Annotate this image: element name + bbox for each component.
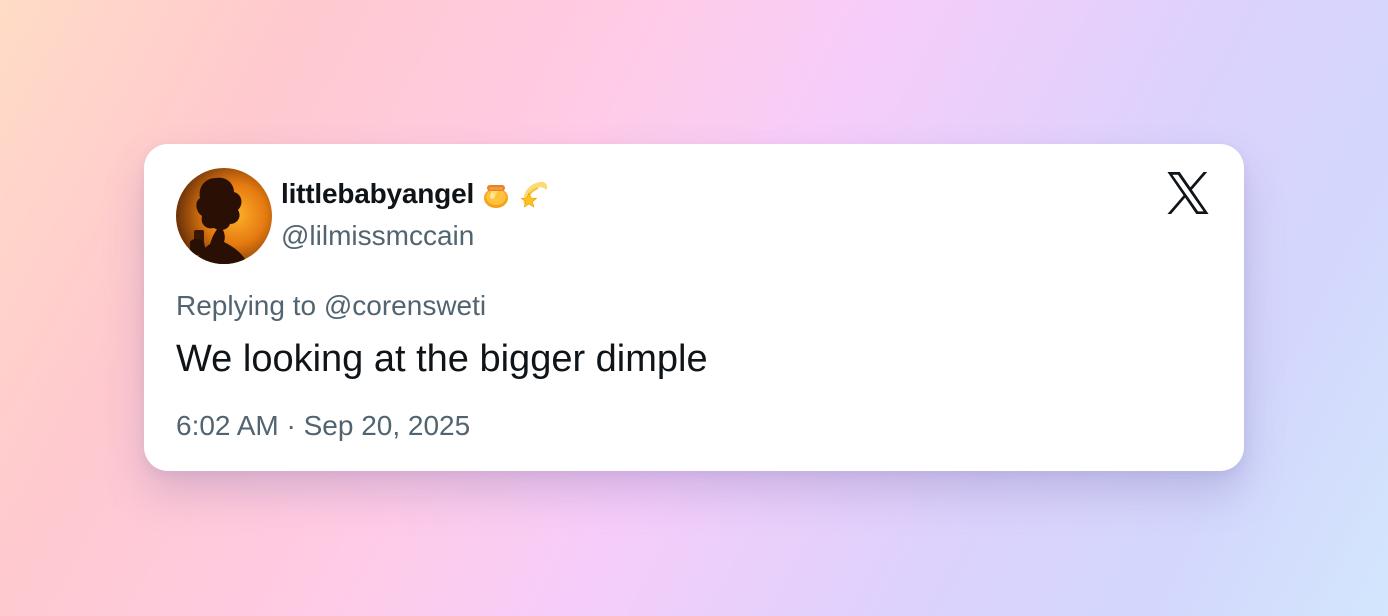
display-name[interactable]: littlebabyangel <box>281 178 474 210</box>
tweet-text: We looking at the bigger dimple <box>176 338 708 380</box>
honey-pot-emoji <box>480 178 512 210</box>
display-name-row[interactable]: littlebabyangel <box>281 174 550 214</box>
avatar[interactable] <box>176 168 272 264</box>
replying-to-label[interactable]: Replying to @corensweti <box>176 290 486 322</box>
dizzy-star-emoji <box>518 178 550 210</box>
user-handle[interactable]: @lilmissmccain <box>281 220 474 252</box>
tweet-timestamp[interactable]: 6:02 AM · Sep 20, 2025 <box>176 410 470 442</box>
x-logo-icon[interactable] <box>1166 172 1210 214</box>
tweet-card: littlebabyangel @lilmissmccain Replying … <box>144 144 1244 471</box>
